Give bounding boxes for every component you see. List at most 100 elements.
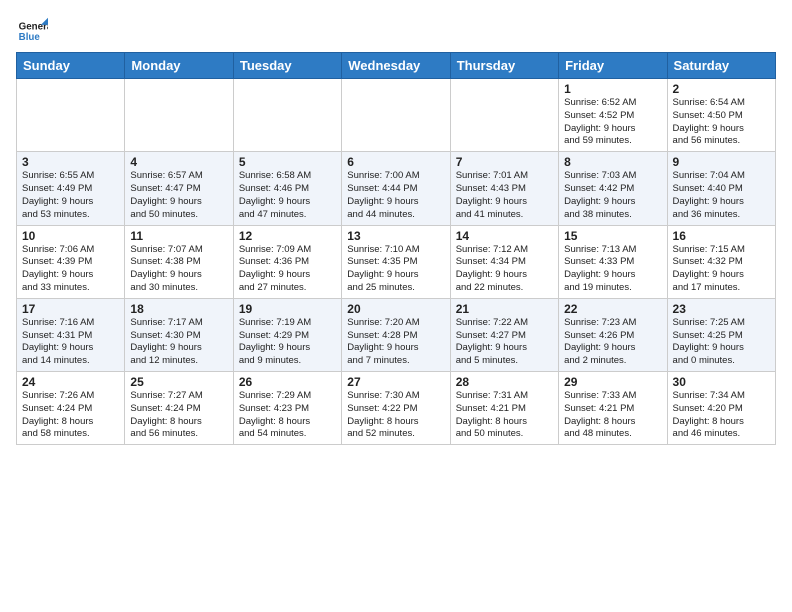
- calendar-week-row: 3Sunrise: 6:55 AM Sunset: 4:49 PM Daylig…: [17, 152, 776, 225]
- day-number: 13: [347, 229, 444, 243]
- weekday-header-wednesday: Wednesday: [342, 53, 450, 79]
- page: General Blue SundayMondayTuesdayWednesda…: [0, 0, 792, 612]
- calendar-table: SundayMondayTuesdayWednesdayThursdayFrid…: [16, 52, 776, 445]
- day-number: 19: [239, 302, 336, 316]
- calendar-cell: 25Sunrise: 7:27 AM Sunset: 4:24 PM Dayli…: [125, 372, 233, 445]
- logo: General Blue: [16, 16, 52, 48]
- day-info: Sunrise: 7:03 AM Sunset: 4:42 PM Dayligh…: [564, 170, 661, 221]
- day-number: 27: [347, 375, 444, 389]
- weekday-header-monday: Monday: [125, 53, 233, 79]
- calendar-cell: 27Sunrise: 7:30 AM Sunset: 4:22 PM Dayli…: [342, 372, 450, 445]
- day-number: 24: [22, 375, 119, 389]
- day-number: 7: [456, 155, 553, 169]
- day-info: Sunrise: 7:30 AM Sunset: 4:22 PM Dayligh…: [347, 390, 444, 441]
- day-info: Sunrise: 7:33 AM Sunset: 4:21 PM Dayligh…: [564, 390, 661, 441]
- calendar-cell: 6Sunrise: 7:00 AM Sunset: 4:44 PM Daylig…: [342, 152, 450, 225]
- svg-text:Blue: Blue: [19, 32, 41, 43]
- calendar-cell: 23Sunrise: 7:25 AM Sunset: 4:25 PM Dayli…: [667, 298, 775, 371]
- calendar-cell: [233, 79, 341, 152]
- calendar-cell: 18Sunrise: 7:17 AM Sunset: 4:30 PM Dayli…: [125, 298, 233, 371]
- day-number: 12: [239, 229, 336, 243]
- day-info: Sunrise: 7:07 AM Sunset: 4:38 PM Dayligh…: [130, 244, 227, 295]
- calendar-cell: 14Sunrise: 7:12 AM Sunset: 4:34 PM Dayli…: [450, 225, 558, 298]
- weekday-header-sunday: Sunday: [17, 53, 125, 79]
- day-number: 23: [673, 302, 770, 316]
- calendar-cell: 16Sunrise: 7:15 AM Sunset: 4:32 PM Dayli…: [667, 225, 775, 298]
- calendar-cell: 17Sunrise: 7:16 AM Sunset: 4:31 PM Dayli…: [17, 298, 125, 371]
- calendar-cell: [342, 79, 450, 152]
- calendar-cell: 15Sunrise: 7:13 AM Sunset: 4:33 PM Dayli…: [559, 225, 667, 298]
- day-number: 18: [130, 302, 227, 316]
- day-number: 21: [456, 302, 553, 316]
- day-info: Sunrise: 7:15 AM Sunset: 4:32 PM Dayligh…: [673, 244, 770, 295]
- calendar-cell: 22Sunrise: 7:23 AM Sunset: 4:26 PM Dayli…: [559, 298, 667, 371]
- day-info: Sunrise: 7:12 AM Sunset: 4:34 PM Dayligh…: [456, 244, 553, 295]
- day-info: Sunrise: 7:01 AM Sunset: 4:43 PM Dayligh…: [456, 170, 553, 221]
- day-number: 22: [564, 302, 661, 316]
- day-number: 3: [22, 155, 119, 169]
- calendar-cell: [450, 79, 558, 152]
- calendar-cell: 13Sunrise: 7:10 AM Sunset: 4:35 PM Dayli…: [342, 225, 450, 298]
- day-info: Sunrise: 7:31 AM Sunset: 4:21 PM Dayligh…: [456, 390, 553, 441]
- calendar-header-row: SundayMondayTuesdayWednesdayThursdayFrid…: [17, 53, 776, 79]
- day-number: 16: [673, 229, 770, 243]
- day-info: Sunrise: 7:22 AM Sunset: 4:27 PM Dayligh…: [456, 317, 553, 368]
- calendar-cell: 26Sunrise: 7:29 AM Sunset: 4:23 PM Dayli…: [233, 372, 341, 445]
- calendar-cell: 2Sunrise: 6:54 AM Sunset: 4:50 PM Daylig…: [667, 79, 775, 152]
- day-info: Sunrise: 6:52 AM Sunset: 4:52 PM Dayligh…: [564, 97, 661, 148]
- calendar-cell: 10Sunrise: 7:06 AM Sunset: 4:39 PM Dayli…: [17, 225, 125, 298]
- calendar-cell: 4Sunrise: 6:57 AM Sunset: 4:47 PM Daylig…: [125, 152, 233, 225]
- day-number: 10: [22, 229, 119, 243]
- day-info: Sunrise: 7:20 AM Sunset: 4:28 PM Dayligh…: [347, 317, 444, 368]
- day-number: 30: [673, 375, 770, 389]
- day-info: Sunrise: 7:19 AM Sunset: 4:29 PM Dayligh…: [239, 317, 336, 368]
- day-number: 14: [456, 229, 553, 243]
- weekday-header-friday: Friday: [559, 53, 667, 79]
- day-number: 5: [239, 155, 336, 169]
- day-number: 29: [564, 375, 661, 389]
- calendar-week-row: 1Sunrise: 6:52 AM Sunset: 4:52 PM Daylig…: [17, 79, 776, 152]
- day-info: Sunrise: 6:58 AM Sunset: 4:46 PM Dayligh…: [239, 170, 336, 221]
- day-number: 6: [347, 155, 444, 169]
- calendar-cell: 5Sunrise: 6:58 AM Sunset: 4:46 PM Daylig…: [233, 152, 341, 225]
- day-info: Sunrise: 7:23 AM Sunset: 4:26 PM Dayligh…: [564, 317, 661, 368]
- calendar-cell: 8Sunrise: 7:03 AM Sunset: 4:42 PM Daylig…: [559, 152, 667, 225]
- calendar-cell: 19Sunrise: 7:19 AM Sunset: 4:29 PM Dayli…: [233, 298, 341, 371]
- calendar-cell: 3Sunrise: 6:55 AM Sunset: 4:49 PM Daylig…: [17, 152, 125, 225]
- day-info: Sunrise: 6:57 AM Sunset: 4:47 PM Dayligh…: [130, 170, 227, 221]
- day-number: 1: [564, 82, 661, 96]
- calendar-cell: 20Sunrise: 7:20 AM Sunset: 4:28 PM Dayli…: [342, 298, 450, 371]
- day-number: 9: [673, 155, 770, 169]
- day-info: Sunrise: 7:13 AM Sunset: 4:33 PM Dayligh…: [564, 244, 661, 295]
- calendar-week-row: 24Sunrise: 7:26 AM Sunset: 4:24 PM Dayli…: [17, 372, 776, 445]
- calendar-cell: 21Sunrise: 7:22 AM Sunset: 4:27 PM Dayli…: [450, 298, 558, 371]
- day-number: 28: [456, 375, 553, 389]
- header: General Blue: [16, 10, 776, 48]
- calendar-cell: 24Sunrise: 7:26 AM Sunset: 4:24 PM Dayli…: [17, 372, 125, 445]
- calendar-week-row: 17Sunrise: 7:16 AM Sunset: 4:31 PM Dayli…: [17, 298, 776, 371]
- calendar-cell: 11Sunrise: 7:07 AM Sunset: 4:38 PM Dayli…: [125, 225, 233, 298]
- calendar-cell: 1Sunrise: 6:52 AM Sunset: 4:52 PM Daylig…: [559, 79, 667, 152]
- day-info: Sunrise: 7:25 AM Sunset: 4:25 PM Dayligh…: [673, 317, 770, 368]
- calendar-cell: 9Sunrise: 7:04 AM Sunset: 4:40 PM Daylig…: [667, 152, 775, 225]
- day-info: Sunrise: 7:06 AM Sunset: 4:39 PM Dayligh…: [22, 244, 119, 295]
- calendar-week-row: 10Sunrise: 7:06 AM Sunset: 4:39 PM Dayli…: [17, 225, 776, 298]
- weekday-header-saturday: Saturday: [667, 53, 775, 79]
- calendar-cell: 30Sunrise: 7:34 AM Sunset: 4:20 PM Dayli…: [667, 372, 775, 445]
- day-info: Sunrise: 7:26 AM Sunset: 4:24 PM Dayligh…: [22, 390, 119, 441]
- day-number: 2: [673, 82, 770, 96]
- calendar-cell: 28Sunrise: 7:31 AM Sunset: 4:21 PM Dayli…: [450, 372, 558, 445]
- day-info: Sunrise: 7:00 AM Sunset: 4:44 PM Dayligh…: [347, 170, 444, 221]
- day-number: 25: [130, 375, 227, 389]
- day-number: 26: [239, 375, 336, 389]
- day-info: Sunrise: 6:55 AM Sunset: 4:49 PM Dayligh…: [22, 170, 119, 221]
- day-number: 4: [130, 155, 227, 169]
- day-number: 17: [22, 302, 119, 316]
- day-info: Sunrise: 7:27 AM Sunset: 4:24 PM Dayligh…: [130, 390, 227, 441]
- day-number: 8: [564, 155, 661, 169]
- calendar-cell: 7Sunrise: 7:01 AM Sunset: 4:43 PM Daylig…: [450, 152, 558, 225]
- day-info: Sunrise: 7:09 AM Sunset: 4:36 PM Dayligh…: [239, 244, 336, 295]
- day-info: Sunrise: 7:16 AM Sunset: 4:31 PM Dayligh…: [22, 317, 119, 368]
- weekday-header-thursday: Thursday: [450, 53, 558, 79]
- day-number: 15: [564, 229, 661, 243]
